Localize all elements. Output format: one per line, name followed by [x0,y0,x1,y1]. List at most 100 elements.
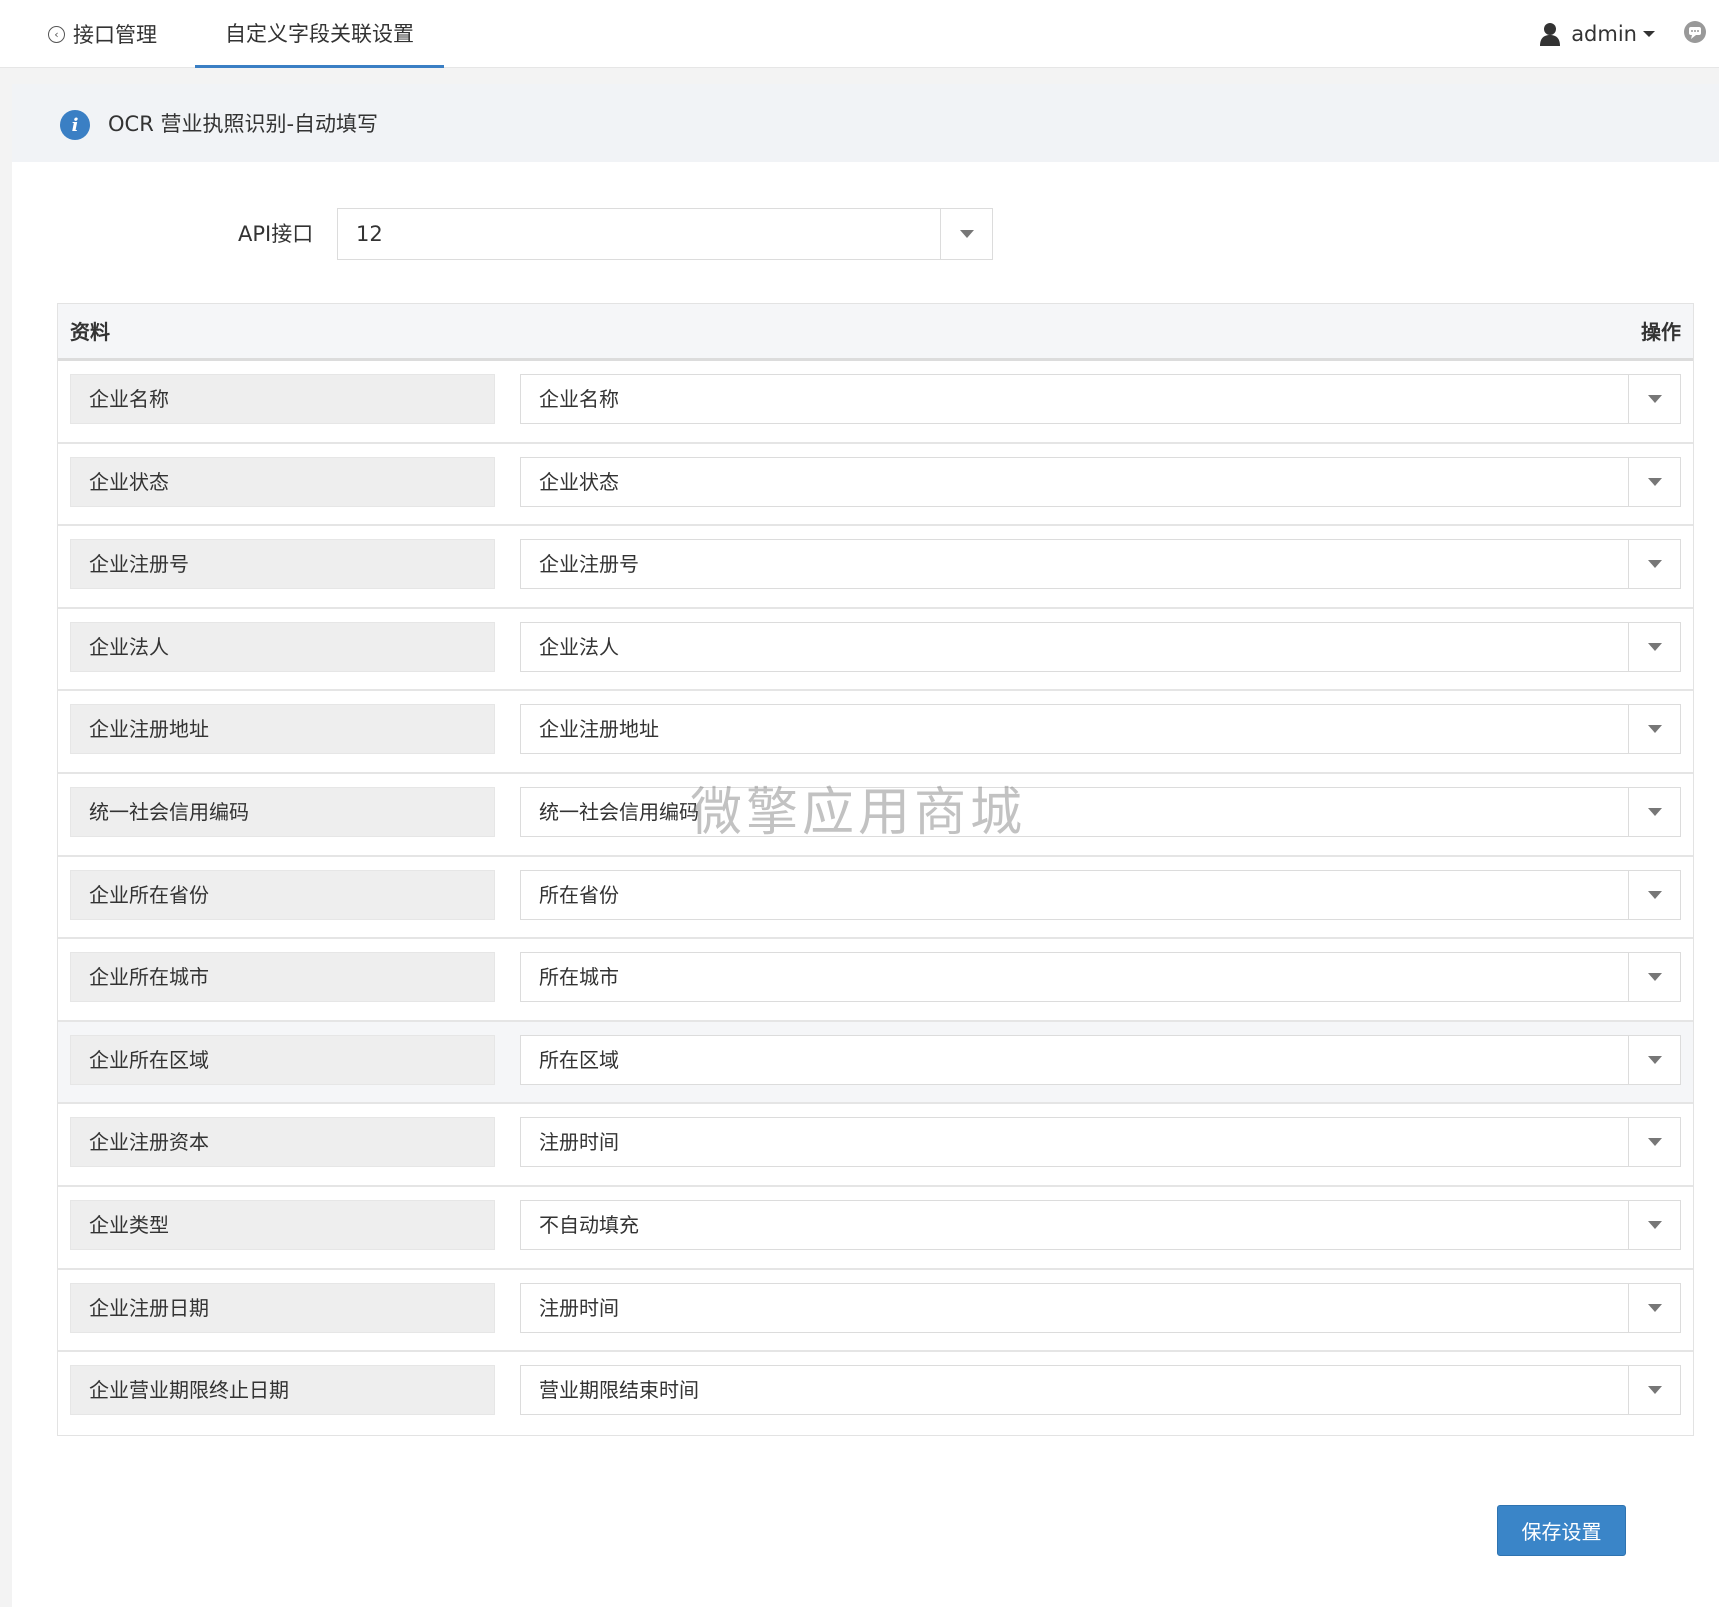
notice-text: OCR 营业执照识别-自动填写 [108,112,379,136]
api-label: API接口 [238,222,314,246]
chevron-down-icon [1647,1386,1662,1395]
table-row: 企业所在城市 所在城市 [58,939,1693,1022]
field-name: 企业状态 [70,456,495,507]
chevron-down-icon [959,230,974,238]
field-name: 企业类型 [70,1199,495,1250]
back-tab-label: 接口管理 [73,23,157,47]
field-select-toggle[interactable] [1628,457,1680,506]
field-select-value: 企业注册地址 [539,717,659,742]
field-select-value: 企业状态 [539,469,619,494]
field-name: 企业注册日期 [70,1282,495,1333]
field-select[interactable]: 企业注册号 [520,539,1681,590]
chevron-down-icon [1647,1138,1662,1147]
chevron-down-icon [1647,890,1662,899]
field-select-toggle[interactable] [1628,705,1680,754]
api-select[interactable]: 12 [337,208,993,260]
info-icon: i [60,110,90,140]
chevron-down-icon [1643,31,1655,37]
field-select-value: 企业名称 [539,387,619,411]
table-row: 企业状态 企业状态 [58,444,1693,527]
field-select[interactable]: 统一社会信用编码 [520,786,1681,837]
field-select-value: 所在城市 [539,965,619,990]
field-name: 企业注册资本 [70,1117,495,1168]
field-select-toggle[interactable] [1628,540,1680,589]
chevron-down-icon [1647,1303,1662,1312]
save-settings-button[interactable]: 保存设置 [1497,1505,1626,1556]
field-select[interactable]: 所在城市 [520,952,1681,1003]
field-name: 企业注册号 [70,539,495,590]
table-row: 企业营业期限终止日期 营业期限结束时间 [58,1352,1693,1435]
field-select[interactable]: 注册时间 [520,1282,1681,1333]
field-select[interactable]: 所在区域 [520,1034,1681,1085]
chevron-down-icon [1647,1220,1662,1229]
field-select-toggle[interactable] [1628,953,1680,1002]
chevron-down-icon [1647,807,1662,816]
field-select[interactable]: 企业状态 [520,456,1681,507]
table-row: 企业注册地址 企业注册地址 [58,691,1693,774]
field-select-toggle[interactable] [1628,1200,1680,1249]
user-icon [1540,23,1561,46]
table-row: 企业注册号 企业注册号 [58,526,1693,609]
field-select-toggle[interactable] [1628,787,1680,836]
table-row: 企业注册日期 注册时间 [58,1270,1693,1353]
api-select-value: 12 [356,222,383,246]
chevron-down-icon [1647,395,1662,403]
field-select-toggle[interactable] [1628,375,1680,423]
chevron-down-icon [1647,973,1662,982]
field-select-toggle[interactable] [1628,1035,1680,1084]
field-select-value: 所在区域 [539,1047,619,1072]
field-name: 企业注册地址 [70,704,495,755]
field-select[interactable]: 注册时间 [520,1117,1681,1168]
field-select-toggle[interactable] [1628,870,1680,919]
chat-icon[interactable] [1683,20,1707,44]
field-select-value: 注册时间 [539,1295,619,1320]
field-name: 企业名称 [70,374,495,424]
table-row: 企业注册资本 注册时间 [58,1104,1693,1187]
field-select[interactable]: 企业名称 [520,374,1681,424]
field-select-value: 统一社会信用编码 [539,799,699,824]
main-panel: i OCR 营业执照识别-自动填写 API接口 12 资料 操作 企业名称 企业名… [12,84,1719,1607]
field-select-toggle[interactable] [1628,1366,1680,1415]
header-actions: 操作 [1641,320,1681,344]
field-name: 企业所在省份 [70,869,495,920]
tab-custom-field-settings[interactable]: 自定义字段关联设置 [195,0,444,68]
chevron-down-icon [1647,725,1662,734]
field-select[interactable]: 营业期限结束时间 [520,1365,1681,1416]
field-name: 统一社会信用编码 [70,786,495,837]
field-select[interactable]: 企业法人 [520,621,1681,672]
field-select-value: 企业法人 [539,634,619,659]
table-row: 企业所在区域 所在区域 [58,1021,1693,1105]
field-select-toggle[interactable] [1628,622,1680,671]
field-select[interactable]: 不自动填充 [520,1199,1681,1250]
field-select[interactable]: 企业注册地址 [520,704,1681,755]
field-select-value: 企业注册号 [539,552,639,577]
field-select-toggle[interactable] [1628,1118,1680,1167]
field-mapping-table: 资料 操作 企业名称 企业名称 企业状态 企业状态 企业注册号 企业注册号 企业法人 企业法人… [57,303,1694,1436]
user-name: admin [1571,22,1637,46]
top-bar: ‹ 接口管理 自定义字段关联设置 admin [0,0,1719,68]
field-select-value: 营业期限结束时间 [539,1378,699,1403]
chevron-down-icon [1647,560,1662,569]
field-select-toggle[interactable] [1628,1283,1680,1332]
table-row: 企业类型 不自动填充 [58,1187,1693,1270]
back-tab[interactable]: ‹ 接口管理 [48,0,157,68]
table-header: 资料 操作 [58,304,1693,361]
user-menu[interactable]: admin [1539,0,1655,68]
chevron-down-icon [1647,1055,1662,1064]
field-name: 企业法人 [70,621,495,672]
chevron-down-icon [1647,477,1662,486]
field-select-value: 不自动填充 [539,1212,639,1237]
back-circle-icon: ‹ [48,25,65,43]
field-select-value: 所在省份 [539,882,619,907]
field-select[interactable]: 所在省份 [520,869,1681,920]
field-name: 企业营业期限终止日期 [70,1365,495,1416]
table-row: 企业所在省份 所在省份 [58,857,1693,940]
table-row: 企业法人 企业法人 [58,609,1693,692]
table-row: 企业名称 企业名称 [58,361,1693,444]
field-name: 企业所在区域 [70,1034,495,1085]
api-select-toggle[interactable] [940,209,992,259]
table-row: 统一社会信用编码 统一社会信用编码 [58,774,1693,857]
chevron-down-icon [1647,642,1662,651]
notice-bar: i OCR 营业执照识别-自动填写 [12,84,1719,162]
field-select-value: 注册时间 [539,1130,619,1155]
